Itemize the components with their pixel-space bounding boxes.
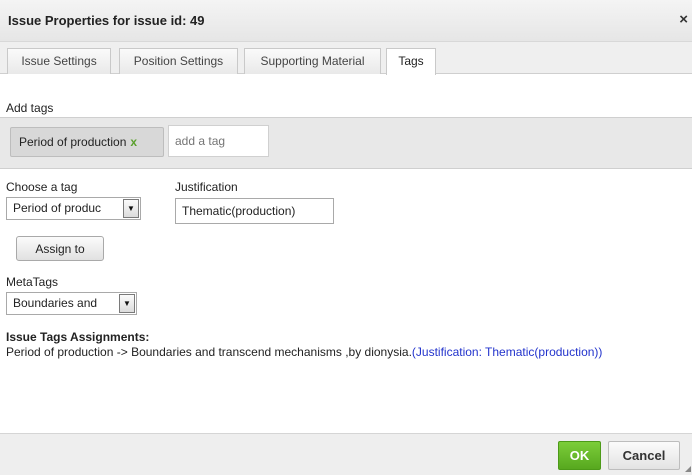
tab-position-settings[interactable]: Position Settings [119,48,238,74]
metatags-label: MetaTags [6,275,59,289]
tab-issue-settings[interactable]: Issue Settings [7,48,111,74]
tag-chip-label: Period of production [19,135,127,149]
choose-tag-value: Period of produc [13,201,102,215]
assignment-text: Period of production -> Boundaries and t… [6,345,412,359]
tab-tags[interactable]: Tags [386,48,436,75]
justification-label: Justification [175,180,238,194]
tab-supporting-material[interactable]: Supporting Material [244,48,381,74]
choose-tag-label: Choose a tag [6,180,78,194]
tag-chip: Period of production x [10,127,164,157]
add-tag-input[interactable] [168,125,269,157]
cancel-button[interactable]: Cancel [608,441,680,470]
chevron-down-icon[interactable]: ▼ [119,294,135,313]
add-tags-label: Add tags [6,101,54,115]
tab-bar: Issue Settings Position Settings Support… [0,42,692,75]
remove-tag-icon[interactable]: x [130,135,137,149]
close-icon[interactable]: × [679,11,688,28]
assignment-entry: Period of production -> Boundaries and t… [6,345,602,359]
ok-button[interactable]: OK [558,441,601,470]
dialog-title: Issue Properties for issue id: 49 [8,13,205,28]
metatags-value: Boundaries and [13,296,98,310]
chevron-down-icon[interactable]: ▼ [123,199,139,218]
assignment-justification: (Justification: Thematic(production)) [411,345,603,359]
assignments-title: Issue Tags Assignments: [6,330,150,344]
metatags-select[interactable]: Boundaries and ▼ [6,292,137,315]
dialog-titlebar: Issue Properties for issue id: 49 × [0,0,692,42]
assign-to-button[interactable]: Assign to [16,236,104,261]
tag-editor: Period of production x [0,117,692,169]
justification-input[interactable] [175,198,334,224]
choose-tag-select[interactable]: Period of produc ▼ [6,197,141,220]
resize-grip-icon[interactable] [685,466,691,472]
